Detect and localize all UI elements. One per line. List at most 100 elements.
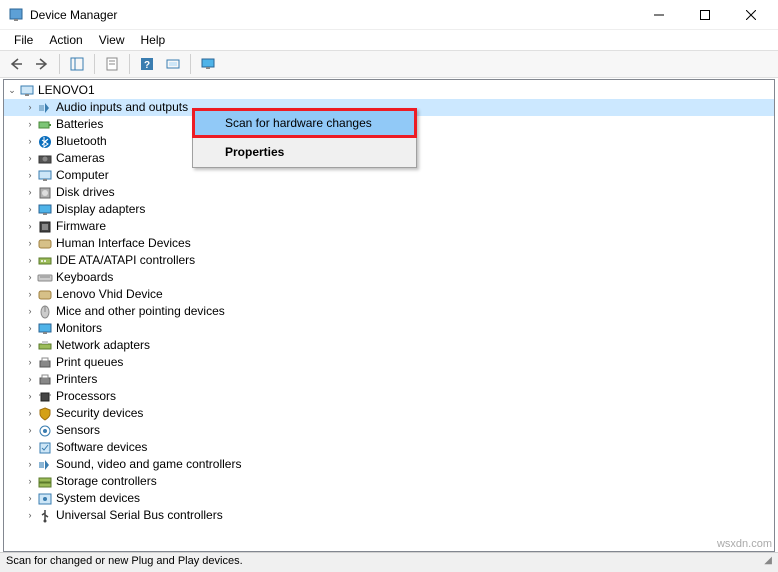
expand-icon[interactable]: › — [24, 456, 36, 473]
usb-icon — [37, 508, 53, 524]
tree-item-label: IDE ATA/ATAPI controllers — [56, 252, 195, 269]
tree-item[interactable]: ›Print queues — [4, 354, 774, 371]
tree-item[interactable]: ›Lenovo Vhid Device — [4, 286, 774, 303]
tree-item[interactable]: ›Printers — [4, 371, 774, 388]
tree-item[interactable]: ›Firmware — [4, 218, 774, 235]
tree-item[interactable]: › Sound, video and game controllers — [4, 456, 774, 473]
storage-icon — [37, 474, 53, 490]
expand-icon[interactable]: › — [24, 286, 36, 303]
expand-icon[interactable]: › — [24, 303, 36, 320]
tree-item-label: Sound, video and game controllers — [56, 456, 241, 473]
menu-view[interactable]: View — [91, 31, 133, 49]
expand-icon[interactable]: › — [24, 201, 36, 218]
tree-item-label: Network adapters — [56, 337, 150, 354]
toolbar: ? — [0, 50, 778, 78]
expand-icon[interactable]: › — [24, 320, 36, 337]
scan-icon — [166, 57, 180, 71]
properties-button[interactable] — [100, 53, 124, 75]
keyboard-icon — [37, 270, 53, 286]
close-button[interactable] — [728, 0, 774, 30]
tree-item[interactable]: ›Disk drives — [4, 184, 774, 201]
expand-icon[interactable]: › — [24, 439, 36, 456]
show-hide-tree-button[interactable] — [65, 53, 89, 75]
tree-item-label: Software devices — [56, 439, 147, 456]
forward-button[interactable] — [30, 53, 54, 75]
menubar: File Action View Help — [0, 30, 778, 50]
expand-icon[interactable]: › — [24, 507, 36, 524]
expand-icon[interactable]: › — [24, 473, 36, 490]
help-button[interactable]: ? — [135, 53, 159, 75]
menu-file[interactable]: File — [6, 31, 41, 49]
tree-item-label: Storage controllers — [56, 473, 157, 490]
separator — [94, 54, 95, 74]
expand-icon[interactable]: › — [24, 167, 36, 184]
minimize-button[interactable] — [636, 0, 682, 30]
security-icon — [37, 406, 53, 422]
statusbar: Scan for changed or new Plug and Play de… — [0, 552, 778, 572]
menu-action[interactable]: Action — [41, 31, 90, 49]
audio-icon — [37, 100, 53, 116]
system-icon — [37, 491, 53, 507]
resize-grip[interactable]: ◢ — [764, 555, 772, 570]
expand-icon[interactable]: › — [24, 184, 36, 201]
tree-item-label: Universal Serial Bus controllers — [56, 507, 223, 524]
tree-item[interactable]: ›Security devices — [4, 405, 774, 422]
tree-item[interactable]: › Software devices — [4, 439, 774, 456]
properties-icon — [105, 57, 119, 71]
tree-item-label: Sensors — [56, 422, 100, 439]
hid-icon — [37, 287, 53, 303]
expand-icon[interactable]: › — [24, 490, 36, 507]
tree-item-label: Cameras — [56, 150, 105, 167]
tree-item[interactable]: ›Monitors — [4, 320, 774, 337]
collapse-icon[interactable]: ⌄ — [6, 82, 18, 99]
tree-item[interactable]: › Storage controllers — [4, 473, 774, 490]
computer-icon — [19, 83, 35, 99]
expand-icon[interactable]: › — [24, 388, 36, 405]
bluetooth-icon — [37, 134, 53, 150]
expand-icon[interactable]: › — [24, 354, 36, 371]
tree-item[interactable]: ›Keyboards — [4, 269, 774, 286]
expand-icon[interactable]: › — [24, 133, 36, 150]
tree-item[interactable]: ›Computer — [4, 167, 774, 184]
tree-item[interactable]: › IDE ATA/ATAPI controllers — [4, 252, 774, 269]
menu-help[interactable]: Help — [133, 31, 174, 49]
ctx-scan-hardware[interactable]: Scan for hardware changes — [192, 108, 417, 138]
status-text: Scan for changed or new Plug and Play de… — [6, 555, 243, 570]
battery-icon — [37, 117, 53, 133]
tree-item[interactable]: ›System devices — [4, 490, 774, 507]
tree-root[interactable]: ⌄ LENOVO1 — [4, 82, 774, 99]
tree-item-label: Processors — [56, 388, 116, 405]
expand-icon[interactable]: › — [24, 218, 36, 235]
svg-text:?: ? — [144, 60, 150, 71]
tree-item[interactable]: ›Mice and other pointing devices — [4, 303, 774, 320]
ctx-properties[interactable]: Properties — [193, 137, 416, 167]
watermark: wsxdn.com — [717, 538, 772, 550]
maximize-button[interactable] — [682, 0, 728, 30]
monitor-icon — [201, 57, 215, 71]
tree-item[interactable]: › Network adapters — [4, 337, 774, 354]
expand-icon[interactable]: › — [24, 252, 36, 269]
expand-icon[interactable]: › — [24, 422, 36, 439]
tree-item[interactable]: › Sensors — [4, 422, 774, 439]
expand-icon[interactable]: › — [24, 269, 36, 286]
tree-root-label: LENOVO1 — [38, 82, 95, 99]
tree-item[interactable]: › Processors — [4, 388, 774, 405]
help-icon: ? — [140, 57, 154, 71]
tree-item[interactable]: ›Human Interface Devices — [4, 235, 774, 252]
back-button[interactable] — [4, 53, 28, 75]
monitor-button[interactable] — [196, 53, 220, 75]
printer-icon — [37, 355, 53, 371]
expand-icon[interactable]: › — [24, 150, 36, 167]
expand-icon[interactable]: › — [24, 371, 36, 388]
tree-item[interactable]: › Universal Serial Bus controllers — [4, 507, 774, 524]
ide-icon — [37, 253, 53, 269]
hid-icon — [37, 236, 53, 252]
expand-icon[interactable]: › — [24, 405, 36, 422]
expand-icon[interactable]: › — [24, 235, 36, 252]
scan-hardware-button[interactable] — [161, 53, 185, 75]
tree-item[interactable]: ›Display adapters — [4, 201, 774, 218]
expand-icon[interactable]: › — [24, 337, 36, 354]
separator — [190, 54, 191, 74]
expand-icon[interactable]: › — [24, 99, 36, 116]
expand-icon[interactable]: › — [24, 116, 36, 133]
